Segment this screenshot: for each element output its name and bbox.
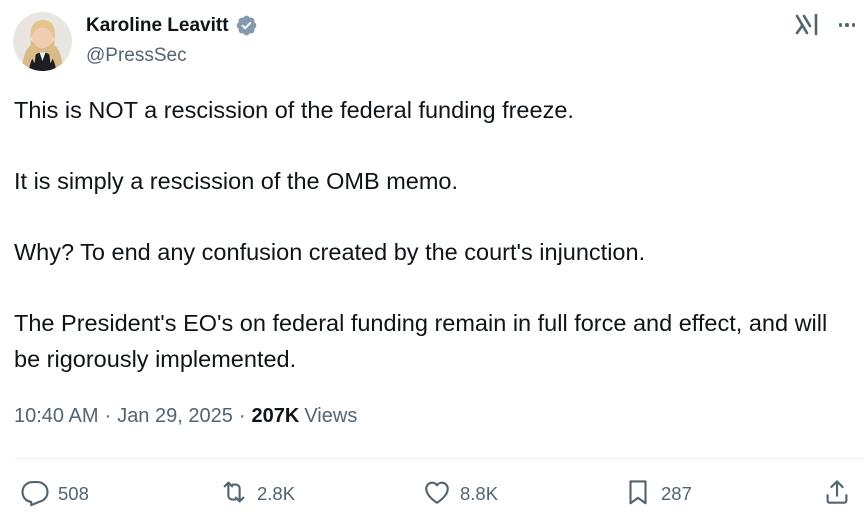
repost-button[interactable]: 2.8K (219, 473, 295, 515)
views-label: Views (304, 405, 358, 427)
tweet-date[interactable]: Jan 29, 2025 (117, 405, 233, 428)
divider (14, 458, 864, 459)
bookmark-icon (623, 477, 653, 512)
meta-separator: · (238, 405, 246, 427)
repost-count: 2.8K (257, 483, 296, 504)
reply-button[interactable]: 508 (20, 473, 89, 515)
bookmark-count: 287 (661, 483, 692, 504)
bookmark-button[interactable]: 287 (623, 473, 692, 515)
author-row: Karoline Leavitt (86, 14, 258, 37)
meta-separator: · (104, 405, 112, 427)
more-icon[interactable] (834, 13, 860, 37)
share-icon (822, 477, 852, 512)
grok-icon[interactable] (795, 13, 821, 37)
reply-count: 508 (58, 483, 89, 504)
tweet-paragraph: The President's EO's on federal funding … (14, 310, 828, 372)
verified-badge-icon[interactable] (235, 14, 258, 37)
repost-icon (219, 477, 249, 512)
tweet-time[interactable]: 10:40 AM (14, 405, 99, 428)
reply-icon (20, 477, 50, 512)
tweet-paragraph: It is simply a rescission of the OMB mem… (14, 168, 459, 194)
tweet-meta: 10:40 AM · Jan 29, 2025 · 207K Views (14, 405, 357, 428)
share-button[interactable] (822, 473, 852, 515)
author-name[interactable]: Karoline Leavitt (86, 15, 229, 37)
like-count: 8.8K (460, 483, 499, 504)
avatar[interactable] (13, 12, 72, 71)
tweet-paragraph: This is NOT a rescission of the federal … (14, 97, 574, 123)
tweet-paragraph: Why? To end any confusion created by the… (14, 239, 646, 265)
heart-icon (422, 477, 452, 512)
views-count[interactable]: 207K (252, 405, 300, 428)
action-bar: 508 2.8K 8.8K 287 (0, 473, 864, 517)
tweet-text: This is NOT a rescission of the federal … (14, 93, 854, 377)
like-button[interactable]: 8.8K (422, 473, 498, 515)
author-handle[interactable]: @PressSec (86, 45, 187, 67)
